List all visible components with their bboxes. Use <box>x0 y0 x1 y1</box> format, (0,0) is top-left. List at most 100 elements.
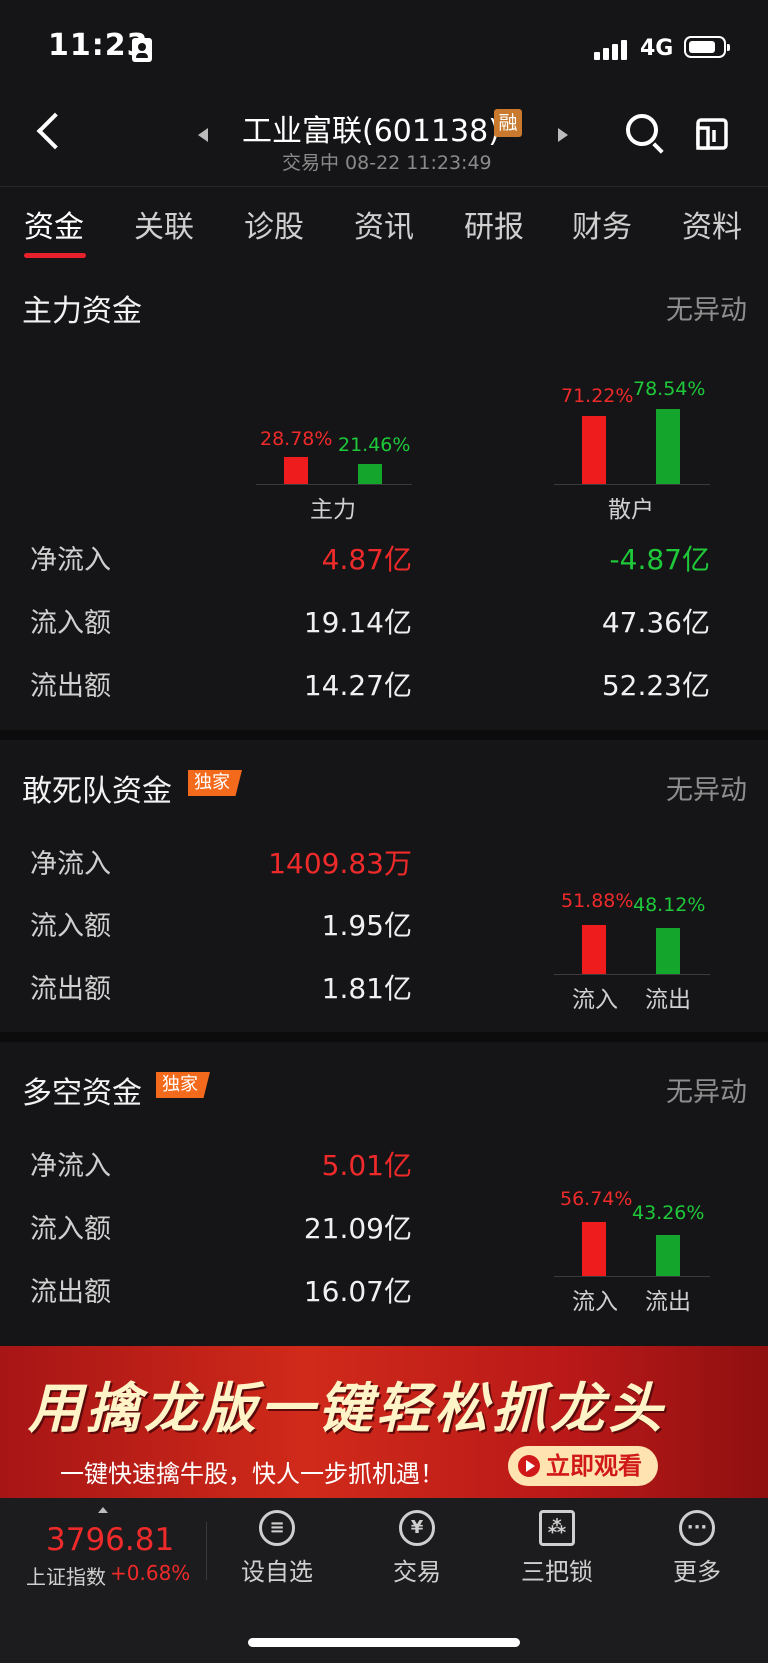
watch-now-label: 立即观看 <box>546 1452 642 1480</box>
dare-baseline <box>554 974 710 975</box>
list-icon: ≡ <box>259 1510 295 1546</box>
index-name: 上证指数 <box>26 1565 106 1589</box>
more-icon: ··· <box>679 1510 715 1546</box>
main-funds-title: 主力资金 <box>22 294 142 329</box>
retail-in-bar <box>582 416 606 484</box>
index-value[interactable]: 3796.81 <box>46 1522 174 1558</box>
home-indicator <box>248 1638 520 1647</box>
trade-button[interactable]: ¥ 交易 <box>362 1510 472 1587</box>
expand-up-icon[interactable] <box>98 1507 108 1513</box>
retail-inflow: 47.36亿 <box>601 606 710 639</box>
tab-active-indicator <box>24 253 86 258</box>
dare-funds-note: 无异动 <box>666 775 747 806</box>
id-card-icon <box>132 38 152 62</box>
retail-net-inflow: -4.87亿 <box>609 543 710 576</box>
outflow-label: 流出额 <box>30 671 111 702</box>
signal-icon <box>594 38 628 60</box>
banner-subtext: 一键快速擒牛股，快人一步抓机遇！ <box>60 1460 444 1488</box>
dare-net-inflow: 1409.83万 <box>268 847 412 880</box>
exclusive-tag: 独家 <box>156 1072 210 1098</box>
main-baseline <box>256 484 412 485</box>
tab-financials[interactable]: 财务 <box>572 202 632 246</box>
dare-out-label: 流出 <box>645 987 691 1013</box>
nav-label: 设自选 <box>241 1558 313 1586</box>
retail-in-pct: 71.22% <box>561 385 634 407</box>
longshort-out-bar <box>656 1235 680 1276</box>
back-icon[interactable] <box>36 112 74 150</box>
dare-outflow: 1.81亿 <box>321 972 412 1005</box>
dare-out-pct: 48.12% <box>633 894 706 916</box>
retail-baseline <box>554 484 710 485</box>
watch-now-button[interactable]: 立即观看 <box>508 1446 658 1486</box>
section-divider <box>0 1032 768 1042</box>
net-inflow-label: 净流入 <box>30 849 111 880</box>
main-net-inflow: 4.87亿 <box>321 543 412 576</box>
retail-group-label: 散户 <box>608 497 654 523</box>
net-inflow-label: 净流入 <box>30 1151 111 1182</box>
retail-out-pct: 78.54% <box>633 378 706 400</box>
stock-title: 工业富联(601138) <box>242 114 500 149</box>
main-in-pct: 28.78% <box>260 428 333 450</box>
net-inflow-label: 净流入 <box>30 545 111 576</box>
tab-news[interactable]: 资讯 <box>354 202 414 246</box>
main-out-bar <box>358 464 382 484</box>
main-in-bar <box>284 457 308 484</box>
longshort-net-inflow: 5.01亿 <box>321 1149 412 1182</box>
longshort-funds-title: 多空资金 <box>22 1076 142 1111</box>
share-icon[interactable] <box>694 116 730 152</box>
main-outflow: 14.27亿 <box>303 669 412 702</box>
section-divider <box>0 730 768 740</box>
tab-related[interactable]: 关联 <box>134 202 194 246</box>
index-change: +0.68% <box>110 1561 191 1585</box>
trade-status: 交易中 08-22 11:23:49 <box>282 152 492 174</box>
add-watchlist-button[interactable]: ≡ 设自选 <box>222 1510 332 1587</box>
next-stock-icon[interactable] <box>558 128 568 142</box>
longshort-outflow: 16.07亿 <box>303 1275 412 1308</box>
play-icon <box>518 1455 540 1477</box>
more-button[interactable]: ··· 更多 <box>642 1510 752 1587</box>
outflow-label: 流出额 <box>30 1277 111 1308</box>
dare-funds-title: 敢死队资金 <box>22 774 172 809</box>
nav-separator <box>206 1522 207 1580</box>
nav-label: 交易 <box>393 1558 441 1586</box>
three-locks-button[interactable]: ⁂ 三把锁 <box>502 1510 612 1587</box>
outflow-label: 流出额 <box>30 974 111 1005</box>
network-label: 4G <box>640 36 674 61</box>
tab-diagnosis[interactable]: 诊股 <box>244 202 304 246</box>
battery-icon <box>684 36 730 58</box>
longshort-inflow: 21.09亿 <box>303 1212 412 1245</box>
nav-label: 三把锁 <box>521 1558 593 1586</box>
main-inflow: 19.14亿 <box>303 606 412 639</box>
dare-inflow: 1.95亿 <box>321 909 412 942</box>
longshort-funds-note: 无异动 <box>666 1077 747 1108</box>
margin-badge: 融 <box>494 109 522 137</box>
tab-profile[interactable]: 资料 <box>682 202 742 246</box>
main-funds-note: 无异动 <box>666 295 747 326</box>
exclusive-tag: 独家 <box>188 770 242 796</box>
inflow-label: 流入额 <box>30 1214 111 1245</box>
longshort-out-pct: 43.26% <box>632 1202 705 1224</box>
main-out-pct: 21.46% <box>338 434 411 456</box>
prev-stock-icon[interactable] <box>198 128 208 142</box>
longshort-in-label: 流入 <box>572 1289 618 1315</box>
tab-funds[interactable]: 资金 <box>24 202 84 246</box>
dare-in-pct: 51.88% <box>561 890 634 912</box>
yuan-icon: ¥ <box>399 1510 435 1546</box>
dare-in-bar <box>582 925 606 974</box>
lock-icon: ⁂ <box>539 1510 575 1546</box>
longshort-out-label: 流出 <box>645 1289 691 1315</box>
nav-label: 更多 <box>673 1558 721 1586</box>
longshort-in-bar <box>582 1222 606 1276</box>
banner-headline: 用擒龙版一键轻松抓龙头 <box>28 1377 666 1440</box>
retail-out-bar <box>656 409 680 484</box>
retail-outflow: 52.23亿 <box>601 669 710 702</box>
main-group-label: 主力 <box>310 497 356 523</box>
tab-research[interactable]: 研报 <box>464 202 524 246</box>
inflow-label: 流入额 <box>30 911 111 942</box>
inflow-label: 流入额 <box>30 608 111 639</box>
longshort-in-pct: 56.74% <box>560 1188 633 1210</box>
dare-in-label: 流入 <box>572 987 618 1013</box>
dare-out-bar <box>656 928 680 974</box>
search-icon[interactable] <box>626 114 658 146</box>
longshort-baseline <box>554 1276 710 1277</box>
